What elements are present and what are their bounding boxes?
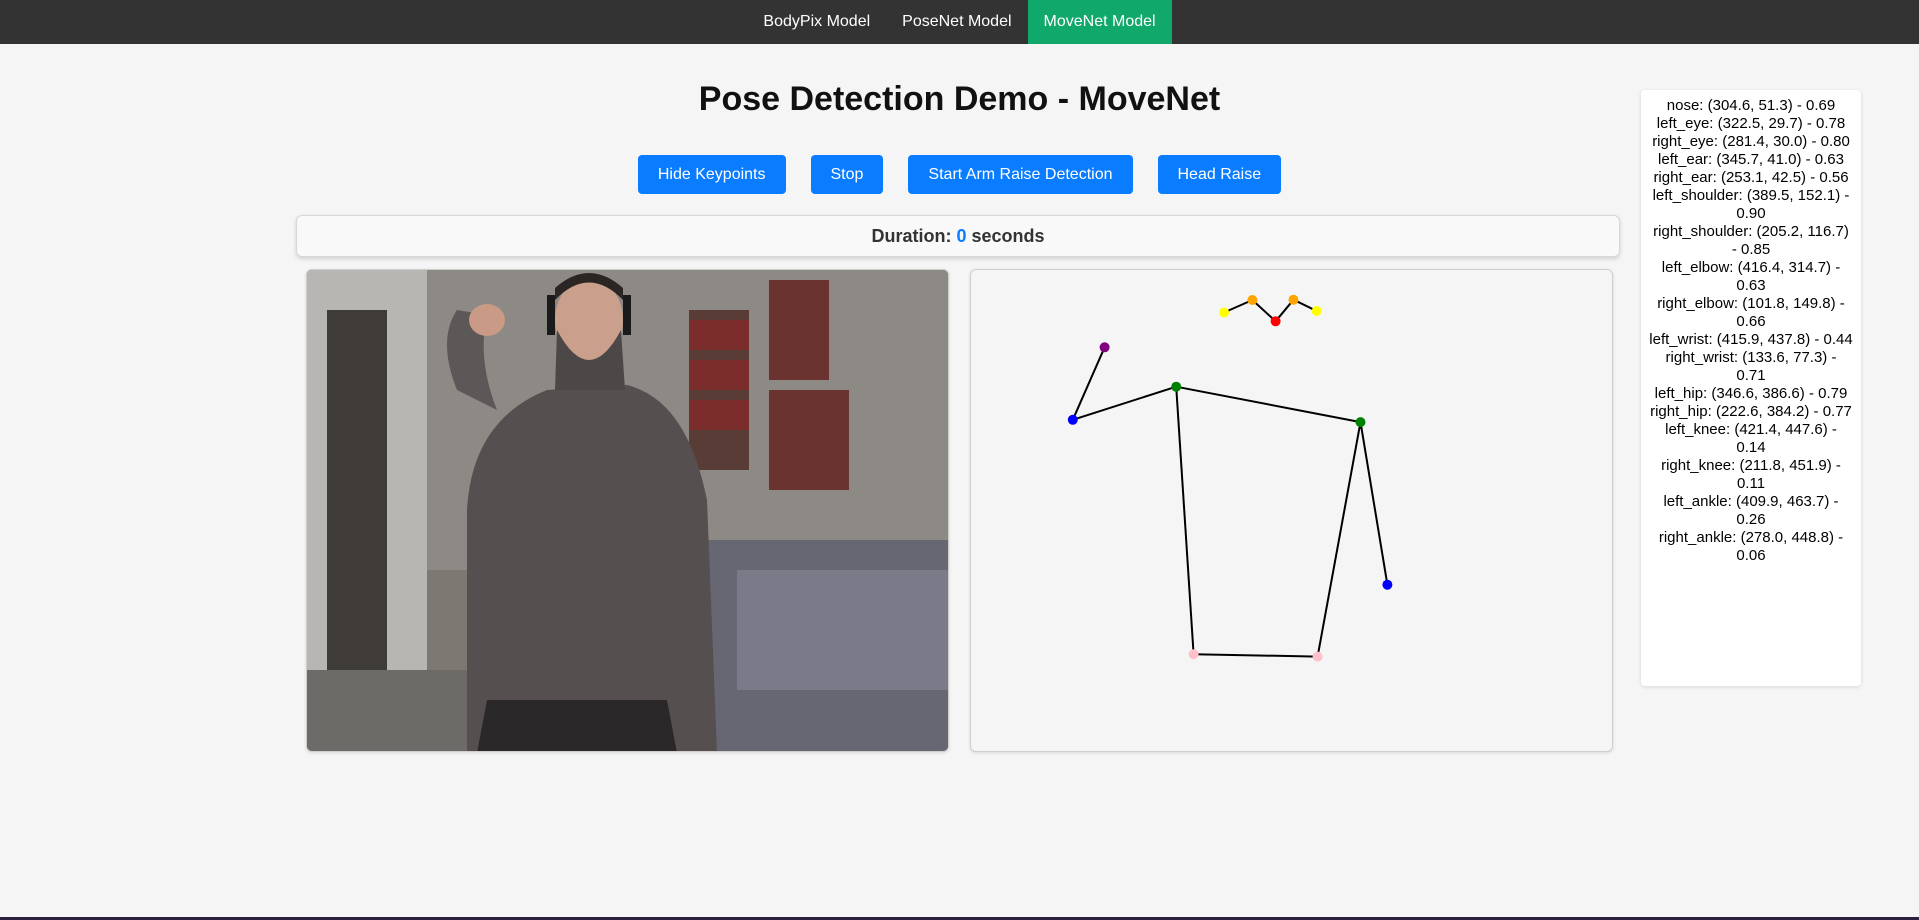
keypoint-item: left_eye: (322.5, 29.7) - 0.78 bbox=[1656, 115, 1846, 132]
arm-raise-button[interactable]: Start Arm Raise Detection bbox=[908, 155, 1133, 194]
keypoint-item: right_eye: (281.4, 30.0) - 0.80 bbox=[1652, 133, 1850, 150]
pose-canvas bbox=[970, 269, 1613, 752]
keypoint-right-ear bbox=[1219, 307, 1230, 318]
keypoint-left-shoulder bbox=[1355, 417, 1366, 428]
keypoint-item: left_hip: (346.6, 386.6) - 0.79 bbox=[1654, 385, 1848, 402]
head-raise-button[interactable]: Head Raise bbox=[1157, 155, 1282, 194]
keypoint-right-elbow bbox=[1067, 414, 1078, 425]
keypoint-item: right_hip: (222.6, 384.2) - 0.77 bbox=[1650, 403, 1852, 420]
keypoint-item: right_ankle: (278.0, 448.8) - 0.06 bbox=[1658, 529, 1844, 564]
webcam-video bbox=[306, 269, 949, 752]
keypoint-item: left_ear: (345.7, 41.0) - 0.63 bbox=[1658, 151, 1844, 168]
control-buttons: Hide Keypoints Stop Start Arm Raise Dete… bbox=[0, 155, 1919, 194]
keypoint-item: right_ear: (253.1, 42.5) - 0.56 bbox=[1653, 169, 1849, 186]
top-navigation: BodyPix Model PoseNet Model MoveNet Mode… bbox=[0, 0, 1919, 44]
keypoint-left-elbow bbox=[1382, 579, 1393, 590]
keypoint-nose bbox=[1270, 316, 1281, 327]
keypoint-right-shoulder bbox=[1171, 381, 1182, 392]
nav-bodypix[interactable]: BodyPix Model bbox=[747, 0, 886, 44]
keypoint-item: left_knee: (421.4, 447.6) - 0.14 bbox=[1665, 421, 1837, 456]
skeleton-svg bbox=[1067, 294, 1393, 662]
nav-posenet[interactable]: PoseNet Model bbox=[886, 0, 1027, 44]
hide-keypoints-button[interactable]: Hide Keypoints bbox=[637, 155, 786, 194]
duration-unit: seconds bbox=[971, 225, 1045, 246]
keypoint-item: right_elbow: (101.8, 149.8) - 0.66 bbox=[1657, 295, 1845, 330]
duration-label: Duration: bbox=[871, 225, 952, 246]
keypoint-item: left_elbow: (416.4, 314.7) - 0.63 bbox=[1661, 259, 1841, 294]
nav-movenet[interactable]: MoveNet Model bbox=[1027, 0, 1172, 44]
keypoint-item: left_shoulder: (389.5, 152.1) - 0.90 bbox=[1652, 187, 1850, 222]
keypoint-item: right_wrist: (133.6, 77.3) - 0.71 bbox=[1665, 349, 1837, 384]
page-title: Pose Detection Demo - MoveNet bbox=[698, 80, 1221, 118]
keypoints-list: nose: (304.6, 51.3) - 0.69 left_eye: (32… bbox=[1641, 90, 1861, 686]
keypoint-item: left_ankle: (409.9, 463.7) - 0.26 bbox=[1663, 493, 1839, 528]
stop-button[interactable]: Stop bbox=[810, 155, 884, 194]
keypoint-right-wrist bbox=[1099, 342, 1110, 353]
keypoint-item: nose: (304.6, 51.3) - 0.69 bbox=[1666, 97, 1836, 114]
keypoint-item: right_knee: (211.8, 451.9) - 0.11 bbox=[1661, 457, 1841, 492]
keypoint-item: right_shoulder: (205.2, 116.7) - 0.85 bbox=[1653, 223, 1849, 258]
keypoint-left-ear bbox=[1311, 306, 1322, 316]
keypoint-right-hip bbox=[1188, 649, 1199, 660]
webcam-frame bbox=[307, 270, 948, 751]
keypoint-item: left_wrist: (415.9, 437.8) - 0.44 bbox=[1649, 331, 1853, 348]
duration-value: 0 bbox=[956, 225, 967, 246]
keypoint-left-hip bbox=[1312, 651, 1323, 662]
skeleton-lines bbox=[1071, 298, 1389, 658]
keypoint-right-eye bbox=[1247, 295, 1258, 305]
keypoint-left-eye bbox=[1288, 294, 1299, 305]
duration-display: Duration: 0 seconds bbox=[296, 215, 1620, 257]
